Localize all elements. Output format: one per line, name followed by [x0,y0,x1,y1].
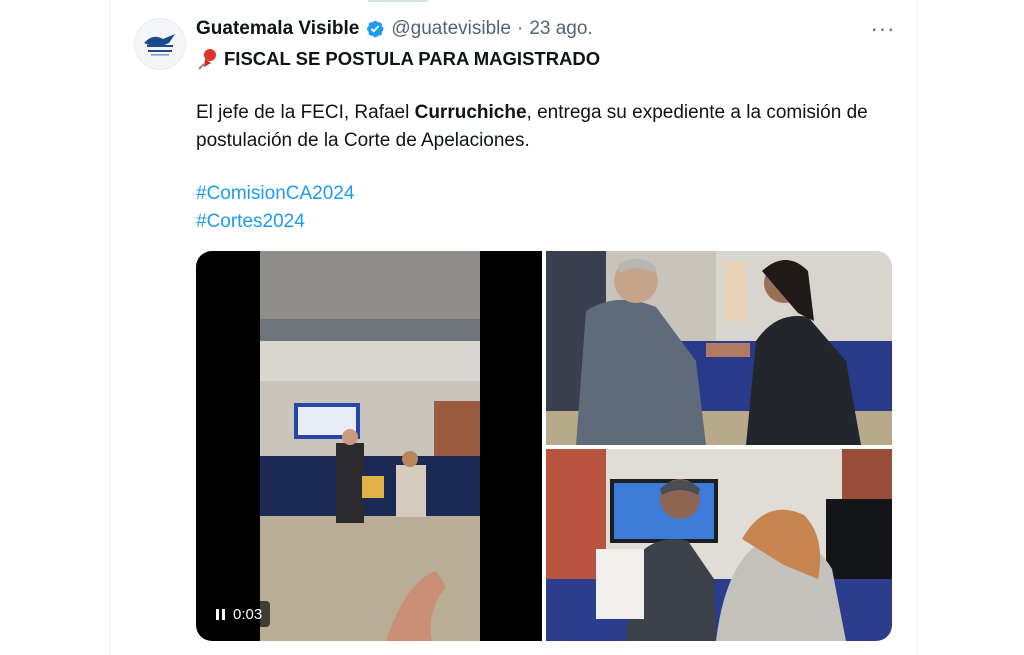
separator: · [516,18,524,39]
more-icon[interactable]: ··· [868,16,898,41]
tweet-header: Guatemala Visible @guatevisible · 23 ago… [196,16,593,42]
verified-badge-icon [367,20,384,38]
author-name[interactable]: Guatemala Visible [196,18,359,40]
photo-table-image [546,449,892,641]
author-handle[interactable]: @guatevisible [391,18,511,40]
tweet-headline: FISCAL SE POSTULA PARA MAGISTRADO [196,47,600,71]
guatemala-visible-logo [135,19,185,69]
divider [368,0,428,2]
video-player[interactable]: 0:03 [196,251,542,641]
pushpin-icon [198,49,216,70]
video-timer[interactable]: 0:03 [208,601,271,627]
pause-icon[interactable] [216,608,225,620]
media-grid: 0:03 [196,251,892,641]
avatar[interactable] [134,18,186,70]
hashtag-link[interactable]: #ComisionCA2024 [196,180,354,208]
body-text-bold: Curruchiche [414,102,527,123]
headline-text: FISCAL SE POSTULA PARA MAGISTRADO [224,48,601,69]
hashtag-list: #ComisionCA2024 #Cortes2024 [196,180,354,236]
photo-table[interactable] [546,449,892,641]
photo-handover[interactable] [546,251,892,445]
photo-handover-image [546,251,892,445]
hashtag-link[interactable]: #Cortes2024 [196,208,354,236]
tweet-date[interactable]: 23 ago. [529,18,592,40]
video-frame [260,251,480,641]
body-text-part1: El jefe de la FECI, Rafael [196,102,415,123]
tweet-body: El jefe de la FECI, Rafael Curruchiche, … [196,99,896,155]
video-time: 0:03 [233,605,263,623]
